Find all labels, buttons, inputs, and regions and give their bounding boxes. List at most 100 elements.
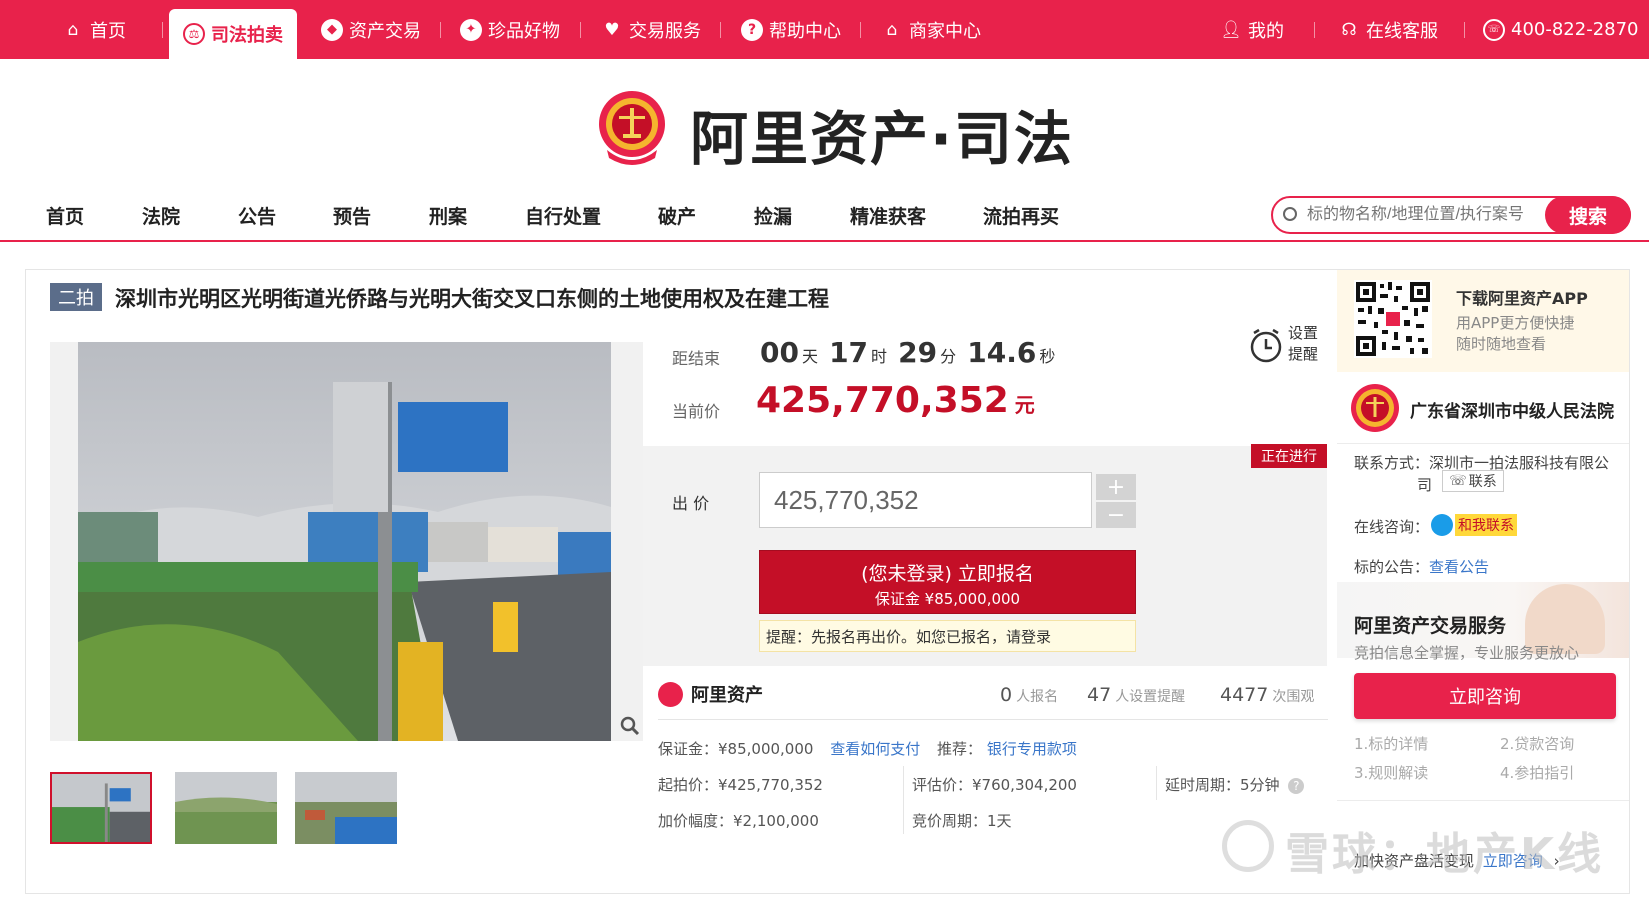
court-badge-icon: ⚖ xyxy=(183,23,205,45)
mainnav-court[interactable]: 法院 xyxy=(142,202,180,229)
zoom-icon[interactable] xyxy=(620,716,640,736)
decrease-bid-button[interactable]: − xyxy=(1096,502,1136,528)
topnav-treasures[interactable]: ✦ 珍品好物 xyxy=(460,0,560,59)
divider xyxy=(1464,22,1465,38)
phone-icon: ☏ xyxy=(1483,18,1505,41)
shop-icon: ⌂ xyxy=(886,19,898,40)
mainnav-announcement[interactable]: 公告 xyxy=(238,202,276,229)
phone-icon: ☏ xyxy=(1449,473,1467,489)
watermark-logo-icon xyxy=(1222,820,1274,872)
site-logo-text: 阿里资产·司法 xyxy=(690,105,1075,173)
app-download-subtitle: 用APP更方便快捷 随时随地查看 xyxy=(1456,314,1575,353)
reminder-count: 47 人设置提醒 xyxy=(1087,684,1186,706)
divider xyxy=(658,719,1328,720)
top-bar: ⌂ 首页 ⚖ 司法拍卖 ◆ 资产交易 ✦ 珍品好物 ♥ 交易服务 ? 帮助中心 … xyxy=(0,0,1649,59)
register-bid-button[interactable]: (您未登录) 立即报名 保证金 ¥85,000,000 xyxy=(759,550,1136,614)
service-title: 阿里资产交易服务 xyxy=(1354,615,1507,637)
topnav-home[interactable]: ⌂ 首页 xyxy=(62,0,126,59)
how-to-pay-link[interactable]: 查看如何支付 xyxy=(830,740,920,758)
mainnav-bankruptcy[interactable]: 破产 xyxy=(658,202,696,229)
divider xyxy=(1337,443,1629,444)
heart-icon: ♥ xyxy=(604,19,620,40)
increase-bid-button[interactable]: + xyxy=(1096,474,1136,500)
topnav-phone[interactable]: ☏ 400-822-2870 xyxy=(1483,0,1639,59)
topnav-asset-trade[interactable]: ◆ 资产交易 xyxy=(321,0,421,59)
link-loan-consult[interactable]: 2.贷款咨询 xyxy=(1500,733,1574,754)
headset-icon: ☊ xyxy=(1341,19,1357,40)
online-consult-label: 在线咨询： xyxy=(1354,518,1430,536)
divider xyxy=(903,766,904,834)
view-count: 4477 次围观 xyxy=(1220,684,1315,706)
asset-icon: ◆ xyxy=(321,18,343,41)
photo-thumbnail[interactable] xyxy=(175,772,277,844)
contact-info-cont: 司 xyxy=(1417,476,1433,494)
status-badge: 正在进行 xyxy=(1251,444,1327,468)
bank-account-link[interactable]: 银行专用款项 xyxy=(987,740,1077,758)
divider xyxy=(162,22,163,38)
mainnav-preview[interactable]: 预告 xyxy=(333,202,371,229)
search-button[interactable]: 搜索 xyxy=(1545,196,1631,234)
service-subtitle: 竞拍信息全掌握，专业服务更放心 xyxy=(1354,644,1580,662)
watermark-text: 雪球：地产K线 xyxy=(1285,829,1605,880)
mainnav-precise-leads[interactable]: 精准获客 xyxy=(850,202,926,229)
bid-amount-input[interactable]: 425,770,352 xyxy=(759,472,1092,528)
divider xyxy=(1314,22,1315,38)
countdown-timer: 00 天 17 时 29 分 14.6 秒 xyxy=(760,336,1056,369)
divider xyxy=(1337,800,1629,801)
mainnav-bargain[interactable]: 捡漏 xyxy=(754,202,792,229)
topnav-my-account[interactable]: 👤︎ 我的 xyxy=(1220,0,1284,59)
consult-now-button[interactable]: 立即咨询 xyxy=(1354,673,1616,719)
countdown-label: 距结束 xyxy=(672,349,721,368)
alarm-clock-icon[interactable] xyxy=(1248,323,1288,369)
mainnav-self-disposal[interactable]: 自行处置 xyxy=(525,202,601,229)
contact-button[interactable]: ☏ 联系 xyxy=(1442,470,1504,492)
qr-code-icon xyxy=(1354,280,1432,358)
link-lot-details[interactable]: 1.标的详情 xyxy=(1354,733,1428,754)
start-price: 起拍价：¥425,770,352 xyxy=(658,776,823,794)
chat-bubble-icon xyxy=(1431,514,1453,536)
set-reminder-button[interactable]: 设置 提醒 xyxy=(1288,323,1318,365)
lot-main-photo[interactable] xyxy=(78,342,611,741)
help-icon: ? xyxy=(741,18,763,41)
court-emblem-icon xyxy=(1351,384,1399,432)
link-rules[interactable]: 3.规则解读 xyxy=(1354,762,1428,783)
divider xyxy=(720,22,721,38)
topnav-help[interactable]: ? 帮助中心 xyxy=(741,0,841,59)
topnav-merchant[interactable]: ⌂ 商家中心 xyxy=(881,0,981,59)
photo-thumbnail[interactable] xyxy=(295,772,397,844)
login-tip[interactable]: 提醒：先报名再出价。如您已报名，请登录 xyxy=(759,620,1136,652)
app-download-title: 下载阿里资产APP xyxy=(1456,289,1588,308)
bid-cycle: 竞价周期：1天 xyxy=(912,812,1012,830)
mainnav-criminal[interactable]: 刑案 xyxy=(429,202,467,229)
signup-count: 0 人报名 xyxy=(1000,684,1059,706)
view-notice-link[interactable]: 查看公告 xyxy=(1429,558,1489,576)
user-icon: 👤︎ xyxy=(1220,19,1242,40)
mainnav-home[interactable]: 首页 xyxy=(46,202,84,229)
ali-asset-brand: 阿里资产 xyxy=(658,681,763,707)
link-guide[interactable]: 4.参拍指引 xyxy=(1500,762,1574,783)
deposit-info: 保证金：¥85,000,000 查看如何支付 推荐： 银行专用款项 xyxy=(658,740,1077,758)
ali-asset-logo-icon xyxy=(658,681,683,707)
current-price-label: 当前价 xyxy=(672,402,721,421)
court-name-link[interactable]: 广东省深圳市中级人民法院 xyxy=(1410,397,1614,422)
current-price: 425,770,352 元 xyxy=(756,380,1035,421)
search-icon xyxy=(1283,207,1297,221)
photo-thumbnail[interactable] xyxy=(50,772,152,844)
court-emblem-logo-icon xyxy=(599,91,665,165)
help-icon[interactable]: ? xyxy=(1288,778,1305,794)
bid-label: 出 价 xyxy=(672,494,710,513)
divider xyxy=(1156,766,1157,800)
topnav-online-service[interactable]: ☊ 在线客服 xyxy=(1338,0,1438,59)
mainnav-rebuy[interactable]: 流拍再买 xyxy=(983,202,1059,229)
topnav-trade-service[interactable]: ♥ 交易服务 xyxy=(601,0,701,59)
search-input[interactable] xyxy=(1307,202,1537,228)
auction-round-tag: 二拍 xyxy=(50,283,102,311)
topnav-judicial-auction[interactable]: ⚖ 司法拍卖 xyxy=(169,9,297,59)
divider xyxy=(580,22,581,38)
gem-icon: ✦ xyxy=(460,18,482,41)
search-box: 搜索 xyxy=(1271,196,1631,234)
delay-period: 延时周期：5分钟 ? xyxy=(1165,774,1305,795)
notice-row: 标的公告：查看公告 xyxy=(1354,558,1490,576)
chat-with-me-button[interactable]: 和我联系 xyxy=(1431,514,1521,536)
divider xyxy=(860,22,861,38)
